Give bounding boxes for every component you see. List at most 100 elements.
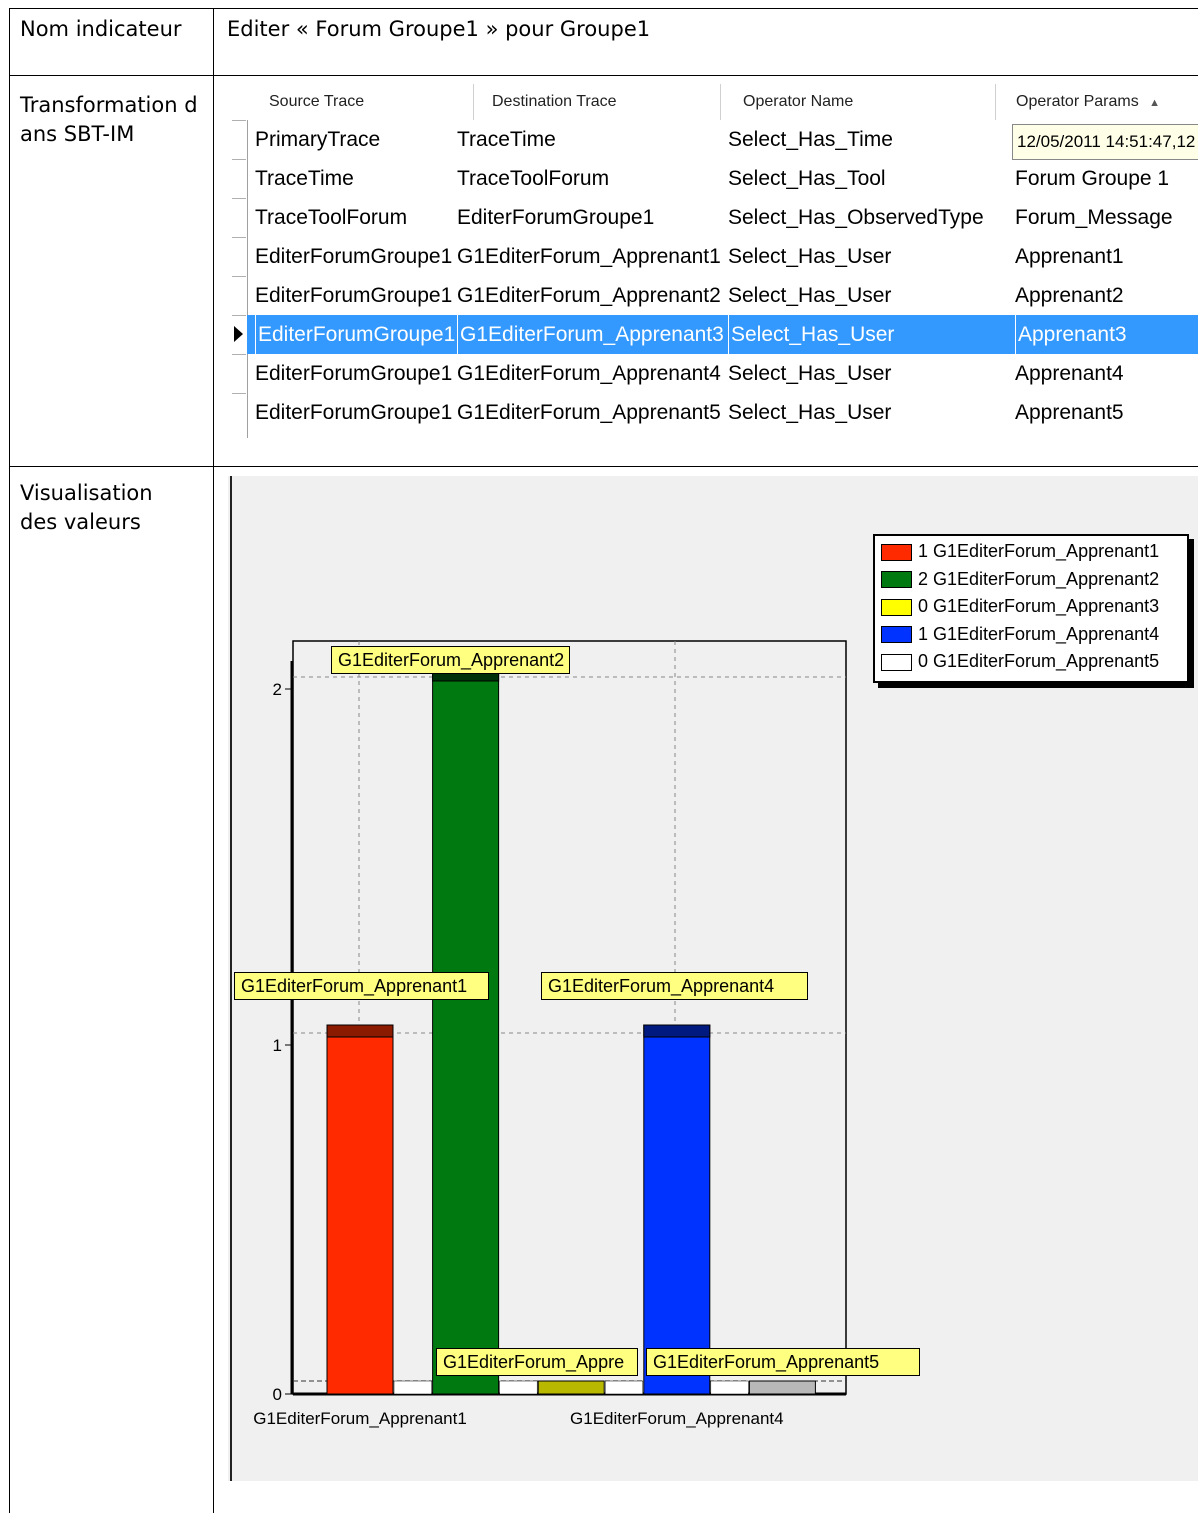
bar-value-label: G1EditerForum_Apprenant1 — [234, 972, 489, 1000]
legend-swatch — [881, 598, 912, 616]
bar-gap-baseline — [710, 1380, 749, 1395]
sort-ascending-icon: ▲ — [1149, 97, 1161, 109]
legend-swatch — [881, 571, 912, 589]
row-header-divider — [232, 120, 246, 121]
label-visualisation: Visualisation des valeurs — [20, 481, 153, 534]
legend-entry: 1 G1EditerForum_Apprenant1 — [881, 538, 1159, 565]
bar — [537, 1380, 605, 1395]
grid-cell[interactable]: EditerForumGroupe1 — [255, 315, 455, 354]
table-row[interactable]: EditerForumGroupe1 G1EditerForum_Apprenan… — [247, 315, 1198, 354]
grid-cell[interactable]: EditerForumGroupe1 — [457, 198, 654, 237]
table-row[interactable]: TraceToolForum EditerForumGroupe1 Select_H… — [247, 198, 1198, 237]
label-transformation: Transformation dans SBT-IM — [20, 93, 198, 146]
legend-entry: 0 G1EditerForum_Apprenant5 — [881, 648, 1159, 675]
grid-cell[interactable]: TraceTime — [255, 159, 354, 198]
column-header-operator-name[interactable]: Operator Name — [721, 84, 996, 120]
column-header-operator-params[interactable]: Operator Params ▲ — [996, 84, 1198, 120]
grid-cell[interactable]: G1EditerForum_Apprenant3 — [457, 315, 724, 354]
grid-cell[interactable]: Select_Has_User — [728, 276, 891, 315]
legend-label: 2 G1EditerForum_Apprenant2 — [918, 568, 1160, 589]
bar — [643, 1024, 711, 1395]
table-row[interactable]: EditerForumGroupe1 G1EditerForum_Apprenan… — [247, 276, 1198, 315]
bar-value-label: G1EditerForum_Apprenant5 — [646, 1348, 920, 1376]
x-tick-label: G1EditerForum_Apprenant4 — [570, 1409, 784, 1428]
legend-label: 0 G1EditerForum_Apprenant3 — [918, 596, 1160, 616]
legend-label: 1 G1EditerForum_Apprenant1 — [918, 541, 1160, 561]
grid-cell[interactable]: EditerForumGroupe1 — [255, 354, 452, 393]
y-tick-label: 0 — [273, 1385, 282, 1404]
label-nom-indicateur: Nom indicateur — [20, 17, 182, 41]
y-tick-label: 2 — [273, 680, 282, 699]
chart-legend: 1 G1EditerForum_Apprenant1 2 G1EditerForu… — [873, 534, 1189, 683]
grid-cell[interactable]: EditerForumGroupe1 — [255, 276, 452, 315]
table-row-divider-2 — [9, 466, 1198, 467]
grid-cell[interactable]: Select_Has_Tool — [728, 159, 886, 198]
legend-swatch — [881, 626, 912, 644]
grid-cell[interactable]: Select_Has_User — [728, 393, 891, 432]
current-row-arrow-icon — [234, 326, 243, 342]
legend-label: 1 G1EditerForum_Apprenant4 — [918, 623, 1160, 644]
bar-gap-baseline — [604, 1380, 644, 1395]
grid-cell[interactable]: Forum_Message — [1015, 198, 1173, 237]
grid-cell[interactable]: PrimaryTrace — [255, 120, 380, 159]
grid-cell[interactable]: Select_Has_ObservedType — [728, 198, 984, 237]
table-row[interactable]: TraceTime TraceToolForum Select_Has_Tool Fo… — [247, 159, 1198, 198]
grid-cell[interactable]: G1EditerForum_Apprenant1 — [457, 237, 721, 276]
row-header-divider — [232, 315, 246, 316]
table-row[interactable]: EditerForumGroupe1 G1EditerForum_Apprenan… — [247, 237, 1198, 276]
chart-panel: 0 1 2 G1EditerForum_Apprenant1 G1EditerForum… — [228, 476, 1198, 1481]
row-header-column — [228, 84, 248, 438]
grid-cell[interactable]: Forum Groupe 1 — [1015, 159, 1169, 198]
table-column-divider — [213, 8, 214, 1513]
row-header-divider — [232, 354, 246, 355]
row-header-divider — [232, 159, 246, 160]
table-border-top — [9, 8, 1198, 9]
indicator-name-value: Editer « Forum Groupe1 » pour Groupe1 — [227, 17, 651, 41]
table-row[interactable]: EditerForumGroupe1 G1EditerForum_Apprenan… — [247, 393, 1198, 432]
bar — [432, 668, 500, 1395]
table-border-left — [9, 8, 10, 1513]
row-header-divider — [232, 198, 246, 199]
grid-cell[interactable]: Apprenant3 — [1015, 315, 1127, 354]
operator-params-header-label: Operator Params — [1016, 93, 1139, 110]
bar — [326, 1024, 394, 1395]
grid-cell[interactable]: EditerForumGroupe1 — [255, 393, 452, 432]
legend-swatch — [881, 543, 912, 561]
legend-entry: 1 G1EditerForum_Apprenant4 — [881, 621, 1159, 648]
grid-cell[interactable]: Select_Has_User — [728, 237, 891, 276]
row-header-divider — [232, 393, 246, 394]
grid-cell[interactable]: EditerForumGroupe1 — [255, 237, 452, 276]
grid-cell[interactable]: Select_Has_User — [728, 354, 891, 393]
grid-cell[interactable]: Apprenant5 — [1015, 393, 1124, 432]
grid-cell[interactable]: Apprenant2 — [1015, 276, 1124, 315]
grid-cell[interactable]: TraceToolForum — [457, 159, 609, 198]
bar-cap — [326, 1024, 394, 1038]
grid-cell[interactable]: TraceTime — [457, 120, 556, 159]
grid-cell[interactable]: TraceToolForum — [255, 198, 407, 237]
bar-value-label: G1EditerForum_Appre — [436, 1348, 638, 1376]
edit-cell-datetime[interactable]: 12/05/2011 14:51:47,12 — [1012, 124, 1198, 160]
bar — [748, 1380, 816, 1395]
bar-cap — [643, 1024, 711, 1038]
legend-entry: 2 G1EditerForum_Apprenant2 — [881, 566, 1159, 593]
table-row[interactable]: EditerForumGroupe1 G1EditerForum_Apprenan… — [247, 354, 1198, 393]
x-tick-label: G1EditerForum_Apprenant1 — [253, 1409, 467, 1428]
bar-value-label: G1EditerForum_Apprenant4 — [541, 972, 808, 1000]
grid-cell[interactable]: G1EditerForum_Apprenant4 — [457, 354, 721, 393]
grid-cell[interactable]: Apprenant1 — [1015, 237, 1124, 276]
legend-swatch — [881, 653, 912, 671]
grid-cell[interactable]: Select_Has_User — [728, 315, 894, 354]
bar-gap-baseline — [499, 1380, 538, 1395]
legend-entry: 0 G1EditerForum_Apprenant3 — [881, 593, 1159, 620]
row-header-divider — [232, 276, 246, 277]
row-header-divider — [232, 237, 246, 238]
column-header-source-trace[interactable]: Source Trace — [247, 84, 474, 120]
grid-cell[interactable]: Apprenant4 — [1015, 354, 1124, 393]
grid-cell[interactable]: G1EditerForum_Apprenant5 — [457, 393, 721, 432]
bar-gap-baseline — [393, 1380, 432, 1395]
column-header-destination-trace[interactable]: Destination Trace — [474, 84, 721, 120]
transformation-grid: Source Trace Destination Trace Operator … — [228, 84, 1198, 438]
y-tick-label: 1 — [273, 1036, 282, 1055]
grid-cell[interactable]: G1EditerForum_Apprenant2 — [457, 276, 721, 315]
grid-cell[interactable]: Select_Has_Time — [728, 120, 893, 159]
